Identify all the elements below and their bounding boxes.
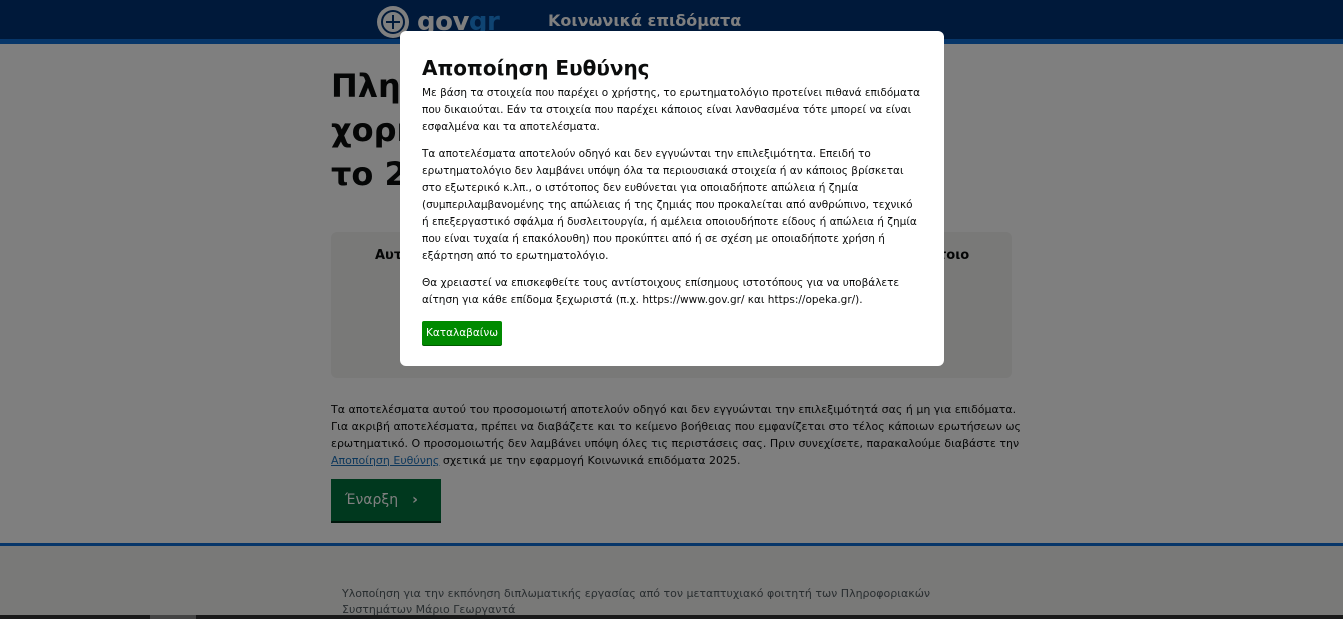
modal-paragraph-1: Με βάση τα στοιχεία που παρέχει ο χρήστη… [422,87,921,133]
modal-body: Με βάση τα στοιχεία που παρέχει ο χρήστη… [422,85,922,309]
modal-title: Αποποίηση Ευθύνης [422,56,650,80]
modal-paragraph-2: Τα αποτελέσματα αποτελούν οδηγό και δεν … [422,148,917,262]
modal-paragraph-3: Θα χρειαστεί να επισκεφθείτε τους αντίστ… [422,277,900,306]
understand-button[interactable]: Καταλαβαίνω [422,321,503,345]
disclaimer-modal: Αποποίηση Ευθύνης Με βάση τα στοιχεία πο… [400,31,944,366]
